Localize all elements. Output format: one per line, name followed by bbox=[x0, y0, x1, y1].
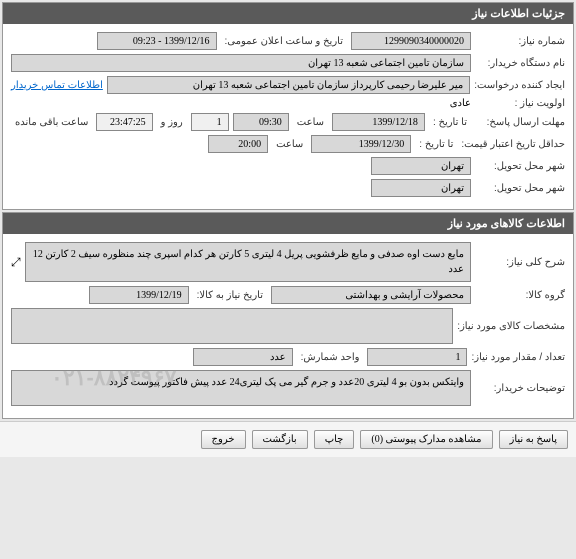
print-button[interactable]: چاپ bbox=[314, 430, 355, 449]
validity-label: حداقل تاریخ اعتبار قیمت: bbox=[461, 138, 565, 151]
qty-label: تعداد / مقدار مورد نیاز: bbox=[471, 352, 565, 363]
to-date-label-2: تا تاریخ : bbox=[415, 139, 457, 150]
to-date-label: تا تاریخ : bbox=[429, 117, 471, 128]
priority-label: اولویت نیاز : bbox=[475, 98, 565, 109]
button-bar: پاسخ به نیاز مشاهده مدارک پیوستی (0) چاپ… bbox=[0, 421, 576, 457]
announce-value: 1399/12/16 - 09:23 bbox=[97, 32, 217, 50]
deadline-label: مهلت ارسال پاسخ: bbox=[475, 117, 565, 128]
announce-label: تاریخ و ساعت اعلان عمومی: bbox=[221, 36, 348, 47]
panel-header-goods: اطلاعات کالاهای مورد نیاز bbox=[3, 213, 573, 234]
time-label-2: ساعت bbox=[272, 139, 307, 150]
attachments-button[interactable]: مشاهده مدارک پیوستی (0) bbox=[360, 430, 492, 449]
delivery-city-label: شهر محل تحویل: bbox=[475, 161, 565, 172]
deadline-time: 09:30 bbox=[233, 113, 289, 131]
need-date-label: تاریخ نیاز به کالا: bbox=[193, 290, 267, 301]
desc-label: شرح کلی نیاز: bbox=[475, 257, 565, 268]
need-number-label: شماره نیاز: bbox=[475, 36, 565, 47]
qty-value: 1 bbox=[367, 348, 467, 366]
unit-value: عدد bbox=[193, 348, 293, 366]
group-value: محصولات آرایشی و بهداشتی bbox=[271, 286, 471, 304]
panel-header-details: جزئیات اطلاعات نیاز bbox=[3, 3, 573, 24]
priority-value: عادی bbox=[450, 98, 471, 109]
validity-time: 20:00 bbox=[208, 135, 268, 153]
creator-value: میر علیرضا رحیمی کارپرداز سازمان تامین ا… bbox=[107, 76, 470, 94]
need-date-value: 1399/12/19 bbox=[89, 286, 189, 304]
validity-date: 1399/12/30 bbox=[311, 135, 411, 153]
expand-icon[interactable]: ⤢ bbox=[11, 255, 21, 270]
remain-time: 23:47:25 bbox=[96, 113, 152, 131]
attachments-label: مشاهده مدارک پیوستی bbox=[386, 434, 482, 445]
buyer-label: نام دستگاه خریدار: bbox=[475, 58, 565, 69]
creator-label: ایجاد کننده درخواست: bbox=[474, 80, 565, 91]
exit-button[interactable]: خروج bbox=[201, 430, 246, 449]
spec-value bbox=[11, 308, 453, 344]
delivery-city-2: تهران bbox=[371, 179, 471, 197]
goods-info-panel: اطلاعات کالاهای مورد نیاز شرح کلی نیاز: … bbox=[2, 212, 574, 419]
remain-label: ساعت باقی مانده bbox=[11, 117, 92, 128]
time-label-1: ساعت bbox=[293, 117, 328, 128]
spec-label: مشخصات کالای مورد نیاز: bbox=[457, 321, 565, 332]
delivery-city-1: تهران bbox=[371, 157, 471, 175]
deadline-date: 1399/12/18 bbox=[332, 113, 425, 131]
day-value: 1 bbox=[191, 113, 229, 131]
buyer-notes-label: توضیحات خریدار: bbox=[475, 383, 565, 394]
attachments-count: (0) bbox=[371, 434, 383, 445]
desc-value: مایع دست اوه صدفی و مایع ظرفشویی پریل 4 … bbox=[25, 242, 471, 282]
respond-button[interactable]: پاسخ به نیاز bbox=[499, 430, 569, 449]
need-details-panel: جزئیات اطلاعات نیاز شماره نیاز: 12990903… bbox=[2, 2, 574, 210]
contact-link[interactable]: اطلاعات تماس خریدار bbox=[11, 80, 103, 91]
unit-label: واحد شمارش: bbox=[297, 352, 364, 363]
day-label: روز و bbox=[157, 117, 187, 128]
group-label: گروه کالا: bbox=[475, 290, 565, 301]
need-number-value: 1299090340000020 bbox=[351, 32, 471, 50]
back-button[interactable]: بازگشت bbox=[252, 430, 308, 449]
delivery-city-label-2: شهر محل تحویل: bbox=[475, 183, 565, 194]
buyer-value: سازمان تامین اجتماعی شعبه 13 تهران bbox=[11, 54, 471, 72]
buyer-notes-value: وایتکس بدون بو 4 لیتری 20عدد و جرم گیر م… bbox=[11, 370, 471, 406]
